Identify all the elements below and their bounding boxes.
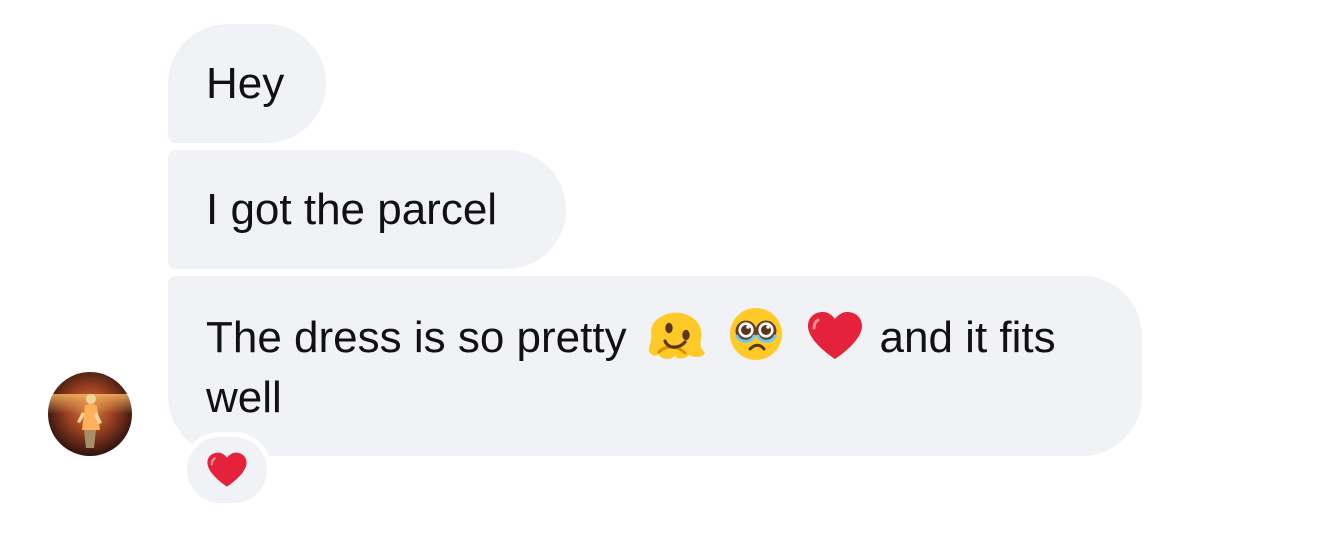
- red-heart-icon: [207, 452, 247, 487]
- message-text: I got the parcel: [206, 184, 498, 234]
- pleading-face-icon: [730, 308, 783, 360]
- avatar-person-illustration: [77, 394, 102, 448]
- message-bubble-dress[interactable]: The dress is so pretty and it fits well: [168, 276, 1142, 456]
- sender-avatar[interactable]: [48, 372, 132, 456]
- heart-reaction-badge[interactable]: [182, 432, 272, 508]
- red-heart-icon: [808, 312, 863, 359]
- message-bubble-parcel[interactable]: I got the parcel: [168, 150, 566, 269]
- melting-face-icon: [648, 312, 705, 359]
- message-text: Hey: [206, 58, 285, 108]
- message-bubble-hey[interactable]: Hey: [168, 24, 326, 143]
- message-text-before-emoji: The dress is so pretty: [206, 313, 627, 362]
